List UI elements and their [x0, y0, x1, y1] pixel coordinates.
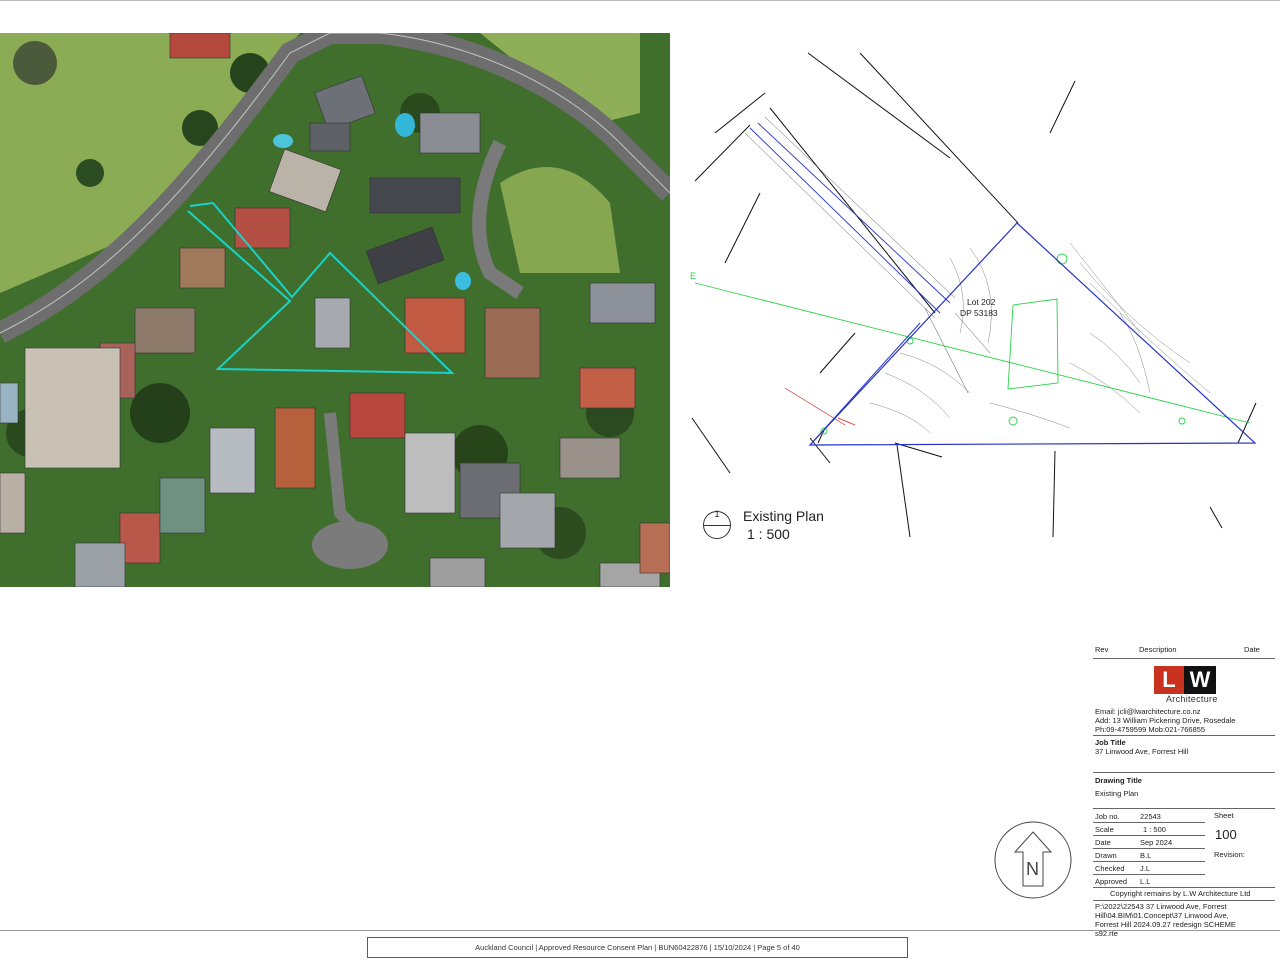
- existing-site-plan: Lot 202 DP 53183 E: [690, 52, 1257, 538]
- scale-value: 1 : 500: [1143, 825, 1166, 834]
- consent-stamp: Auckland Council | Approved Resource Con…: [367, 937, 908, 958]
- drawing-title: Existing Plan: [1095, 789, 1139, 798]
- drawn-value: B.L: [1140, 851, 1152, 860]
- revision-label: Revision:: [1214, 850, 1245, 859]
- description-header: Description: [1139, 645, 1177, 654]
- title-block-row-line: [1093, 848, 1205, 849]
- company-email: Email: jcli@lwarchitecture.co.nz: [1095, 707, 1201, 716]
- scale-label: Scale: [1095, 825, 1114, 834]
- approved-value: L.L: [1140, 877, 1151, 886]
- company-address: Add: 13 William Pickering Drive, Rosedal…: [1095, 716, 1236, 725]
- rev-header: Rev: [1095, 645, 1109, 654]
- title-block-divider: [1093, 887, 1275, 888]
- logo-l: L: [1154, 666, 1184, 694]
- file-path-3: Forrest Hill 2024.09.27 redesign SCHEME: [1095, 920, 1236, 929]
- checked-label: Checked: [1095, 864, 1125, 873]
- checked-value: J.L: [1140, 864, 1151, 873]
- lot-label: Lot 202: [967, 297, 996, 307]
- title-block-divider: [1093, 808, 1275, 809]
- view-number: 1: [714, 509, 720, 519]
- title-block-divider: [1093, 658, 1275, 659]
- job-title-label: Job Title: [1095, 738, 1126, 747]
- title-block-divider: [1093, 900, 1275, 901]
- date-value: Sep 2024: [1140, 838, 1173, 847]
- title-block-divider: [1093, 735, 1275, 736]
- title-block-row-line: [1093, 835, 1205, 836]
- north-arrow-icon: N: [994, 821, 1072, 899]
- edge-marker: E: [690, 271, 696, 281]
- job-no-label: Job no.: [1095, 812, 1120, 821]
- logo-w: W: [1184, 666, 1216, 694]
- copyright: Copyright remains by L.W Architecture Lt…: [1110, 889, 1251, 898]
- title-block-row-line: [1093, 874, 1205, 875]
- file-path-1: P:\2022\22543 37 Linwood Ave, Forrest: [1095, 902, 1227, 911]
- date-header: Date: [1244, 645, 1260, 654]
- aerial-photo-graphic: [0, 33, 670, 587]
- job-no: 22543: [1140, 812, 1161, 821]
- sheet-label: Sheet: [1214, 811, 1234, 820]
- title-block-row-line: [1093, 861, 1205, 862]
- view-scale: 1 : 500: [747, 526, 790, 542]
- title-block-divider: [1093, 772, 1275, 773]
- job-title: 37 Linwood Ave, Forrest Hill: [1095, 747, 1189, 756]
- drawing-title-label: Drawing Title: [1095, 776, 1142, 785]
- logo-subtitle: Architecture: [1166, 694, 1218, 704]
- company-phone: Ph:09-4759599 Mob:021-766855: [1095, 725, 1206, 734]
- north-letter: N: [1026, 859, 1039, 879]
- sheet-top-border: [0, 0, 1280, 1]
- company-logo: LW Architecture: [1154, 666, 1217, 704]
- sheet-bottom-border: [0, 930, 1280, 931]
- aerial-photo: [0, 33, 670, 587]
- date-label: Date: [1095, 838, 1111, 847]
- file-path-2: Hill\04.BIM\01.Concept\37 Linwood Ave,: [1095, 911, 1229, 920]
- approved-label: Approved: [1095, 877, 1128, 886]
- sheet-number: 100: [1215, 827, 1237, 842]
- title-block-row-line: [1093, 822, 1205, 823]
- view-name: Existing Plan: [743, 508, 824, 524]
- dp-label: DP 53183: [960, 308, 998, 318]
- drawn-label: Drawn: [1095, 851, 1117, 860]
